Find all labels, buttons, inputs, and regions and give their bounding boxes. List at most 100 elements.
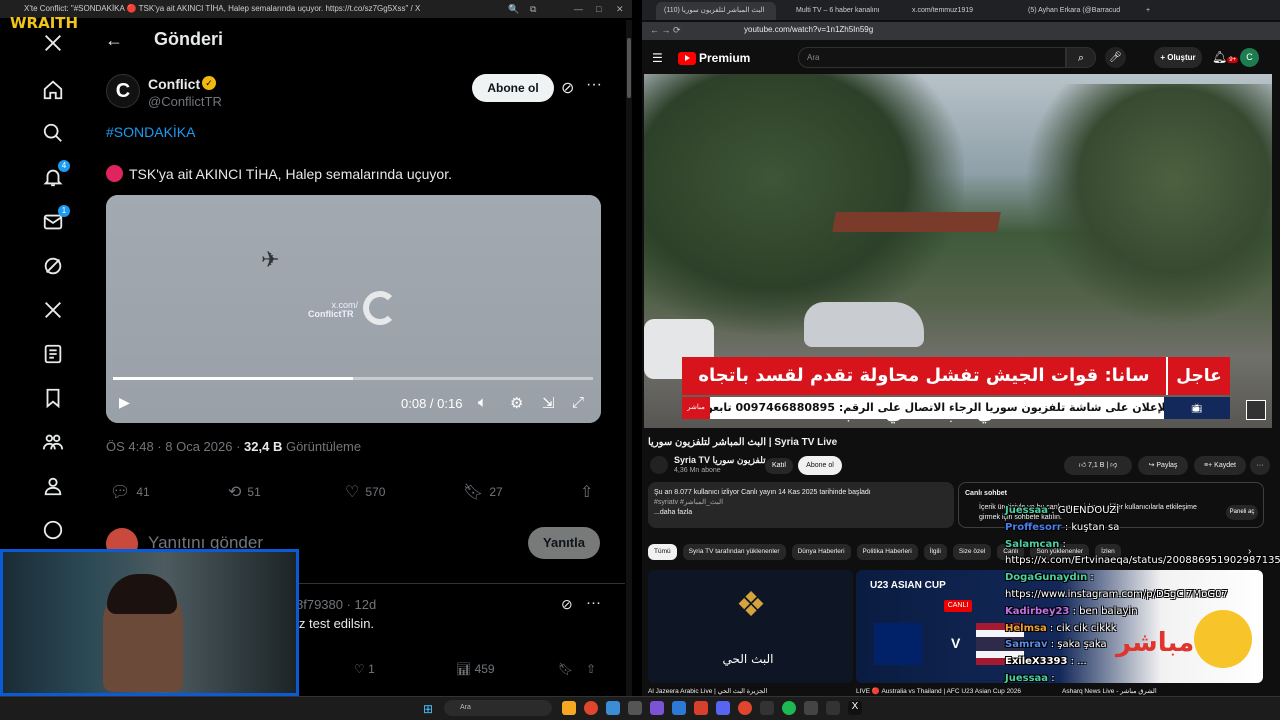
filter-chip[interactable]: Dünya Haberleri bbox=[791, 544, 851, 560]
settings-gear-icon[interactable]: ⚙ bbox=[510, 394, 523, 412]
back-arrow-icon[interactable]: ← bbox=[105, 30, 123, 51]
communities-icon[interactable] bbox=[38, 427, 68, 457]
close-icon[interactable]: ✕ bbox=[616, 0, 624, 18]
tab-syria-tv[interactable]: البث المباشر لتلفزيون سوريا (110) bbox=[656, 2, 776, 20]
filter-chip[interactable]: Politika Haberleri bbox=[856, 544, 918, 560]
taskbar-search[interactable]: Ara bbox=[444, 700, 552, 716]
youtube-video-player[interactable]: سانا: قوات الجيش تفشل محاولة تقدم لقسد ب… bbox=[644, 74, 1272, 428]
grok-explain-icon[interactable]: ⊘ bbox=[561, 596, 573, 613]
video-thumbnail[interactable]: ❖ البث الحي bbox=[648, 570, 853, 683]
grok-explain-icon[interactable]: ⊘ bbox=[561, 78, 574, 98]
channel-name[interactable]: Syria TV تلفزيون سوريا bbox=[674, 455, 766, 466]
app-icon[interactable] bbox=[804, 701, 818, 715]
microphone-icon[interactable]: 🎤︎ bbox=[1105, 47, 1126, 68]
new-tab-icon[interactable]: + bbox=[1138, 2, 1152, 20]
app-icon[interactable] bbox=[694, 701, 708, 715]
grok-icon[interactable] bbox=[38, 251, 68, 281]
scrollbar-thumb[interactable] bbox=[627, 38, 631, 98]
join-button[interactable]: Katıl bbox=[765, 458, 793, 474]
address-bar[interactable] bbox=[642, 22, 1280, 40]
more-menu-icon[interactable] bbox=[38, 515, 68, 545]
search-icon[interactable]: 🔍 bbox=[508, 0, 519, 18]
filter-chip[interactable]: Size özel bbox=[952, 544, 992, 560]
search-button-icon[interactable]: ⌕ bbox=[1066, 47, 1096, 68]
lists-icon[interactable] bbox=[38, 339, 68, 369]
bookmark-action[interactable]: 🔖︎ 27 bbox=[463, 482, 503, 502]
bookmarks-icon[interactable] bbox=[38, 383, 68, 413]
reply-action[interactable]: 💬︎ 41 bbox=[110, 482, 150, 502]
more-options-icon[interactable]: ··· bbox=[1250, 456, 1270, 475]
more-options-icon[interactable]: ··· bbox=[586, 76, 602, 94]
repost-action[interactable]: ⟲ 51 bbox=[228, 482, 261, 502]
chrome-icon[interactable] bbox=[584, 701, 598, 715]
copy-icon[interactable]: ⧉ bbox=[530, 0, 536, 18]
app-icon[interactable] bbox=[826, 701, 840, 715]
share-button[interactable]: ↪ Paylaş bbox=[1138, 456, 1188, 475]
thumbnail-title[interactable]: Al Jazeera Arabic Live | الجزيرة البث ال… bbox=[648, 687, 767, 695]
reply-handle[interactable]: 8f79380 · 12d bbox=[296, 597, 376, 612]
save-button[interactable]: ≡+ Kaydet bbox=[1194, 456, 1246, 475]
bookmark-icon[interactable]: 🔖︎ bbox=[558, 662, 573, 676]
hashtag-link[interactable]: #SONDAKİKA bbox=[106, 124, 195, 140]
maximize-icon[interactable]: □ bbox=[596, 0, 601, 18]
reply-like-action[interactable]: ♡ 1 bbox=[354, 662, 375, 676]
obs-icon[interactable] bbox=[760, 701, 774, 715]
app-icon[interactable] bbox=[650, 701, 664, 715]
video-player[interactable]: ✈ x.com/ ConflictTR ▶ 0:08 / 0:16 🔈︎ ⚙ ⇲… bbox=[106, 195, 601, 423]
like-button[interactable]: 👍︎ 7,1 B | 👎︎ bbox=[1064, 456, 1132, 475]
pip-icon[interactable]: ⇲ bbox=[542, 394, 555, 412]
description-more-link[interactable]: ...daha fazla bbox=[654, 508, 948, 518]
channel-avatar[interactable] bbox=[650, 456, 668, 474]
youtube-logo[interactable]: Premium bbox=[678, 51, 750, 65]
tab-x-ayhan[interactable]: (5) Ayhan Erkara (@BarracudaV bbox=[1020, 2, 1120, 20]
filter-chip[interactable]: İlgili bbox=[923, 544, 947, 560]
discord-icon[interactable] bbox=[716, 701, 730, 715]
profile-icon[interactable] bbox=[38, 471, 68, 501]
edge-icon[interactable] bbox=[606, 701, 620, 715]
windows-start-icon[interactable]: ⊞ bbox=[423, 702, 433, 716]
filter-chip[interactable]: Syria TV tarafından yüklenenler bbox=[682, 544, 786, 560]
filter-chip[interactable]: Tümü bbox=[648, 544, 677, 560]
messages-icon[interactable]: 1 bbox=[38, 205, 70, 237]
notifications-icon[interactable]: 4 bbox=[38, 160, 70, 192]
chrome-icon[interactable] bbox=[738, 701, 752, 715]
reply-views-action[interactable]: 📊︎ 459 bbox=[456, 662, 495, 676]
mail-icon[interactable] bbox=[628, 701, 642, 715]
x-app-icon[interactable]: X bbox=[848, 701, 862, 715]
like-action[interactable]: ♡ 570 bbox=[345, 482, 385, 502]
thumbnail-header: U23 ASIAN CUP bbox=[870, 580, 946, 591]
thumbnail-title[interactable]: LIVE 🔴 Australia vs Thailand | AFC U23 A… bbox=[856, 687, 1021, 695]
volume-icon[interactable]: 🔈︎ bbox=[478, 394, 487, 411]
explore-search-icon[interactable] bbox=[38, 118, 68, 148]
spotify-icon[interactable] bbox=[782, 701, 796, 715]
subscribe-button[interactable]: Abone ol bbox=[798, 456, 842, 475]
tab-x-temmuz[interactable]: x.com/temmuz1919 bbox=[904, 2, 1004, 20]
nav-arrows-icon[interactable]: ← → ⟳ bbox=[650, 25, 681, 36]
url-text[interactable]: youtube.com/watch?v=1n1Zh5In59g bbox=[744, 25, 873, 34]
share-icon[interactable]: ⇧ bbox=[580, 482, 593, 502]
bell-icon[interactable]: 🔔︎ 9+ bbox=[1212, 50, 1239, 64]
video-description[interactable]: Şu an 8.077 kullanıcı izliyor Canlı yayı… bbox=[648, 482, 954, 528]
author-handle[interactable]: @ConflictTR bbox=[148, 94, 222, 109]
subscribe-button[interactable]: Abone ol bbox=[472, 74, 554, 102]
play-icon[interactable]: ▶ bbox=[119, 394, 130, 411]
youtube-search-input[interactable]: Ara bbox=[798, 47, 1066, 68]
author-name[interactable]: Conflict bbox=[148, 76, 200, 92]
app-icon[interactable] bbox=[672, 701, 686, 715]
file-explorer-icon[interactable] bbox=[562, 701, 576, 715]
reply-button[interactable]: Yanıtla bbox=[528, 527, 600, 559]
more-options-icon[interactable]: ··· bbox=[586, 594, 601, 611]
minimize-icon[interactable]: — bbox=[574, 0, 583, 18]
fullscreen-icon[interactable]: ⤢ bbox=[572, 394, 584, 411]
video-seek-bar[interactable] bbox=[113, 377, 593, 380]
tab-multi-tv[interactable]: Multi TV – 6 haber kanalını aynı bbox=[788, 2, 880, 20]
scrollbar-track[interactable] bbox=[626, 20, 632, 696]
home-icon[interactable] bbox=[38, 75, 68, 105]
share-icon[interactable]: ⇧ bbox=[586, 662, 596, 676]
create-button[interactable]: + Oluştur bbox=[1154, 47, 1202, 68]
author-avatar[interactable]: C bbox=[106, 74, 140, 108]
hamburger-menu-icon[interactable]: ☰ bbox=[652, 51, 663, 65]
premium-x-icon[interactable] bbox=[38, 295, 68, 325]
account-avatar[interactable]: C bbox=[1240, 48, 1259, 67]
x-logo-icon[interactable] bbox=[38, 28, 68, 58]
